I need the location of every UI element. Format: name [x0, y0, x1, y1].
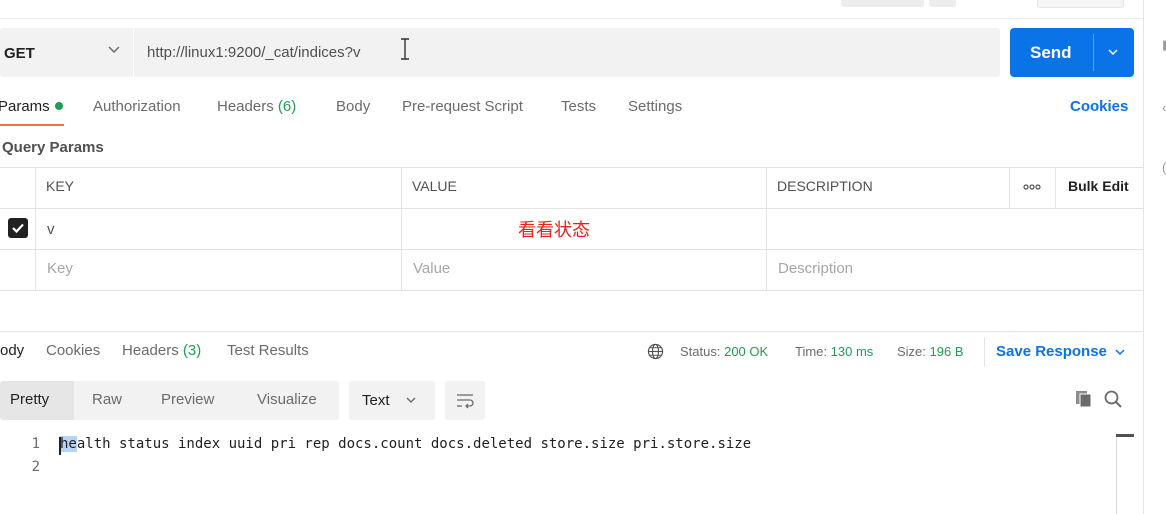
format-label: Text [362, 392, 390, 409]
response-time: Time: 130 ms [795, 344, 874, 359]
table-border [766, 167, 767, 291]
scrollbar-track[interactable] [1116, 434, 1117, 514]
view-mode-preview[interactable]: Preview [161, 391, 214, 408]
document-icon[interactable]: ▮ [1162, 38, 1166, 52]
response-status: Status: 200 OK [680, 344, 769, 359]
line-text: alth status index uuid pri rep docs.coun… [76, 436, 752, 452]
response-tab-body[interactable]: ody [0, 342, 24, 359]
search-icon[interactable] [1103, 389, 1123, 409]
view-mode-pretty[interactable]: Pretty [10, 391, 49, 408]
send-label: Send [1030, 43, 1072, 62]
wrap-lines-icon [457, 394, 474, 409]
param-key-input[interactable]: Key [47, 260, 73, 277]
param-key-cell[interactable]: v [47, 221, 55, 238]
tab-headers[interactable]: Headers (6) [217, 98, 296, 115]
info-icon[interactable]: ( [1162, 161, 1166, 175]
save-response-button[interactable]: Save Response [996, 343, 1107, 360]
toolbar-button-outline[interactable] [1037, 0, 1124, 8]
method-label: GET [4, 45, 35, 62]
response-size: Size: 196 B [897, 344, 964, 359]
chevron-down-icon [406, 397, 416, 403]
check-icon [12, 223, 24, 234]
chevron-down-icon[interactable] [1114, 346, 1126, 358]
column-header-description: DESCRIPTION [777, 178, 873, 194]
tab-authorization[interactable]: Authorization [93, 98, 181, 115]
bulk-edit-button[interactable]: Bulk Edit [1068, 178, 1129, 194]
query-params-title: Query Params [2, 139, 104, 156]
text-caret [59, 437, 61, 455]
table-border [0, 208, 1143, 209]
table-border [1055, 167, 1056, 208]
toolbar-button-small[interactable] [929, 0, 956, 7]
chevron-down-icon [108, 46, 120, 54]
tab-settings[interactable]: Settings [628, 98, 682, 115]
scrollbar-thumb[interactable] [1116, 434, 1134, 437]
tab-body[interactable]: Body [336, 98, 370, 115]
toolbar-button[interactable] [841, 0, 924, 7]
line-number: 1 [31, 436, 40, 452]
table-border [0, 249, 1143, 250]
comment-icon[interactable]: ‹ [1162, 101, 1166, 115]
copy-icon[interactable] [1074, 389, 1094, 409]
param-description-input[interactable]: Description [778, 260, 853, 277]
save-divider [984, 338, 985, 366]
table-border [0, 290, 1143, 291]
table-border [1009, 167, 1010, 208]
active-tab-underline [0, 124, 64, 126]
line-number: 2 [31, 459, 40, 475]
table-border [35, 167, 36, 291]
tab-pre-request-script[interactable]: Pre-request Script [402, 98, 523, 115]
response-tab-test-results[interactable]: Test Results [227, 342, 309, 359]
view-mode-raw[interactable]: Raw [92, 391, 122, 408]
response-tab-headers[interactable]: Headers (3) [122, 342, 201, 359]
tab-params[interactable]: Params [0, 98, 63, 115]
response-body-line[interactable]: health status index uuid pri rep docs.co… [60, 436, 751, 452]
text-cursor-icon [401, 38, 409, 60]
response-divider [0, 331, 1143, 332]
cookies-link[interactable]: Cookies [1070, 98, 1128, 115]
selected-text: he [60, 436, 77, 452]
table-border [401, 167, 402, 291]
annotation-note: 看看状态 [518, 220, 590, 240]
globe-icon[interactable] [647, 343, 664, 360]
url-text: http://linux1:9200/_cat/indices?v [147, 44, 361, 61]
chevron-down-icon[interactable] [1107, 46, 1119, 58]
table-border [0, 167, 1143, 168]
ellipsis-icon[interactable] [1023, 180, 1041, 194]
params-active-dot [54, 102, 63, 110]
column-header-key: KEY [46, 178, 75, 194]
send-divider [1093, 34, 1094, 71]
param-value-input[interactable]: Value [413, 260, 450, 277]
column-header-value: VALUE [412, 178, 457, 194]
response-tab-cookies[interactable]: Cookies [46, 342, 100, 359]
right-sidebar-rail [1143, 0, 1166, 514]
param-checkbox[interactable] [8, 218, 28, 238]
view-mode-visualize[interactable]: Visualize [257, 391, 317, 408]
top-strip [0, 0, 1143, 19]
tab-tests[interactable]: Tests [561, 98, 596, 115]
